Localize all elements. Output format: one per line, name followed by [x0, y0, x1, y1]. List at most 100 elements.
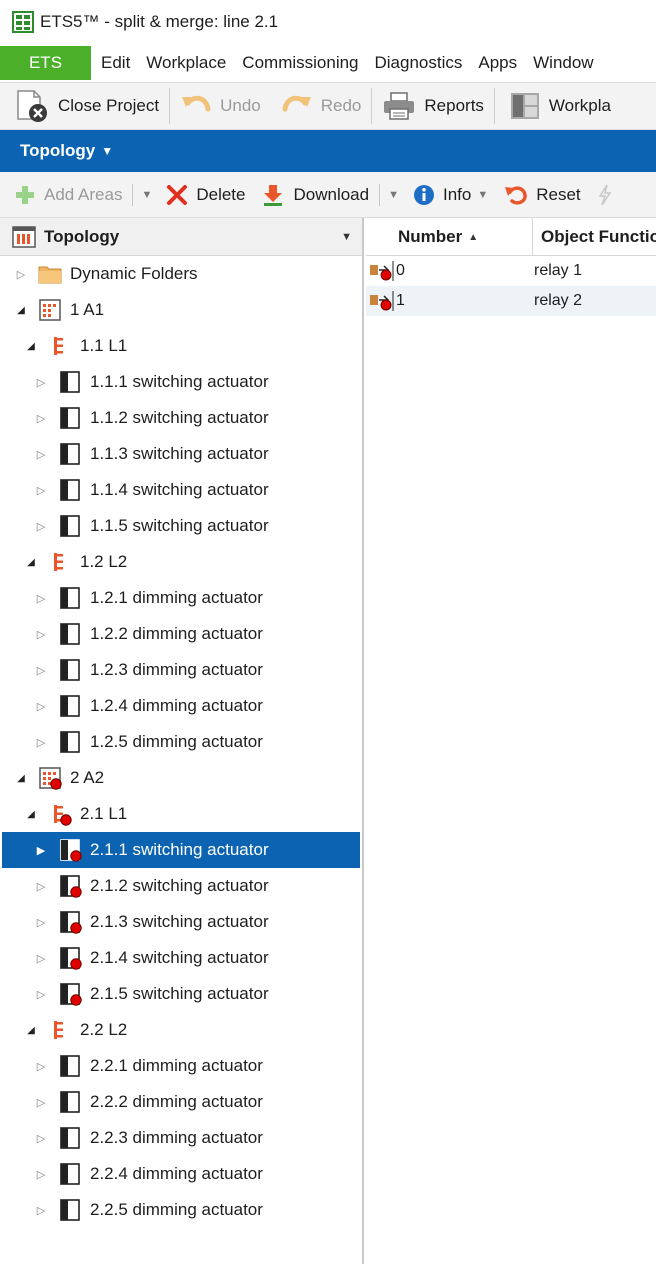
tree-node[interactable]: ◢ 2 A2	[0, 760, 362, 796]
collapsed-arrow-icon[interactable]: ▷	[34, 1059, 48, 1073]
reset-button[interactable]: Reset	[496, 173, 588, 217]
tree-node-label: 1 A1	[70, 300, 105, 319]
collapsed-arrow-icon[interactable]: ▷	[34, 483, 48, 497]
collapsed-arrow-icon[interactable]: ▶	[34, 843, 48, 857]
tree-node[interactable]: ▷ 2.1.2 switching actuator	[0, 868, 362, 904]
collapsed-arrow-icon[interactable]: ▷	[34, 1167, 48, 1181]
tree-node[interactable]: ◢ 1.1 L1	[0, 328, 362, 364]
tree-node[interactable]: ▷ 1.1.1 switching actuator	[0, 364, 362, 400]
ets-menu-button[interactable]: ETS	[0, 46, 91, 80]
delete-button[interactable]: Delete	[158, 173, 253, 217]
tree-node-label: 2.2.3 dimming actuator	[90, 1128, 263, 1147]
object-number-cell: 0	[366, 260, 532, 282]
collapsed-arrow-icon[interactable]: ▷	[34, 951, 48, 965]
topology-panel-title[interactable]: Topology ▼	[0, 130, 656, 172]
tree-node[interactable]: ▷ 1.2.4 dimming actuator	[0, 688, 362, 724]
collapsed-arrow-icon[interactable]: ▷	[34, 447, 48, 461]
close-project-button[interactable]: Close Project	[0, 83, 169, 129]
tree-node[interactable]: ◢ 1.2 L2	[0, 544, 362, 580]
add-areas-dropdown-icon[interactable]: ▼	[135, 189, 158, 201]
tree-node[interactable]: ▷ 2.2.3 dimming actuator	[0, 1120, 362, 1156]
menu-diagnostics[interactable]: Diagnostics	[367, 44, 471, 82]
redo-button[interactable]: Redo	[271, 83, 372, 129]
object-function-cell: relay 1	[534, 262, 583, 279]
folder-icon	[38, 262, 62, 286]
collapsed-arrow-icon[interactable]: ▷	[34, 1095, 48, 1109]
expanded-arrow-icon[interactable]: ◢	[24, 1023, 38, 1037]
area-icon	[38, 298, 62, 322]
tree-node[interactable]: ▷ 2.2.1 dimming actuator	[0, 1048, 362, 1084]
collapsed-arrow-icon[interactable]: ▷	[34, 1131, 48, 1145]
download-dropdown-icon[interactable]: ▼	[382, 189, 405, 201]
table-row[interactable]: 1 relay 2	[366, 286, 656, 316]
tree-node[interactable]: ▶ 2.1.1 switching actuator	[2, 832, 360, 868]
collapsed-arrow-icon[interactable]: ▷	[34, 375, 48, 389]
collapsed-arrow-icon[interactable]: ▷	[34, 1203, 48, 1217]
menu-apps[interactable]: Apps	[470, 44, 525, 82]
device-icon	[58, 1126, 82, 1150]
expanded-arrow-icon[interactable]: ◢	[24, 339, 38, 353]
collapsed-arrow-icon[interactable]: ▷	[14, 267, 28, 281]
tree-header-dropdown-icon[interactable]: ▼	[341, 231, 352, 243]
collapsed-arrow-icon[interactable]: ▷	[34, 519, 48, 533]
tree-node[interactable]: ◢ 1 A1	[0, 292, 362, 328]
collapsed-arrow-icon[interactable]: ▷	[34, 411, 48, 425]
tree-node[interactable]: ▷ 1.1.4 switching actuator	[0, 472, 362, 508]
expanded-arrow-icon[interactable]: ◢	[14, 303, 28, 317]
sort-ascending-icon: ▲	[468, 231, 479, 243]
collapsed-arrow-icon[interactable]: ▷	[34, 663, 48, 677]
tree-node[interactable]: ▷ 1.2.1 dimming actuator	[0, 580, 362, 616]
device-icon	[58, 370, 82, 394]
menu-edit[interactable]: Edit	[93, 44, 138, 82]
tree-node[interactable]: ▷ 1.1.2 switching actuator	[0, 400, 362, 436]
topology-icon	[12, 225, 36, 248]
tree-node[interactable]: ◢ 2.2 L2	[0, 1012, 362, 1048]
device-icon	[58, 946, 82, 970]
expanded-arrow-icon[interactable]: ◢	[14, 771, 28, 785]
tree-node[interactable]: ▷ 1.2.2 dimming actuator	[0, 616, 362, 652]
workplace-button[interactable]: Workpla	[495, 83, 621, 129]
tree-node[interactable]: ▷ 1.2.3 dimming actuator	[0, 652, 362, 688]
group-object-icon	[370, 261, 394, 281]
tree-node[interactable]: ▷ 2.1.5 switching actuator	[0, 976, 362, 1012]
tree-node[interactable]: ▷ 2.1.4 switching actuator	[0, 940, 362, 976]
add-areas-button[interactable]: Add Areas	[6, 173, 130, 217]
tree-node[interactable]: ▷ 2.2.5 dimming actuator	[0, 1192, 362, 1228]
expanded-arrow-icon[interactable]: ◢	[24, 555, 38, 569]
column-header-number[interactable]: Number ▲	[366, 218, 533, 256]
expanded-arrow-icon[interactable]: ◢	[24, 807, 38, 821]
object-number: 0	[396, 262, 405, 279]
tree-node[interactable]: ▷ 2.2.4 dimming actuator	[0, 1156, 362, 1192]
topology-toolbar: Add Areas ▼ Delete Download ▼ Info ▼ Res…	[0, 172, 656, 218]
tree-node[interactable]: ▷ 2.2.2 dimming actuator	[0, 1084, 362, 1120]
tree-node[interactable]: ▷ 2.1.3 switching actuator	[0, 904, 362, 940]
menu-window[interactable]: Window	[525, 44, 601, 82]
collapsed-arrow-icon[interactable]: ▷	[34, 915, 48, 929]
tree-node[interactable]: ▷ 1.1.3 switching actuator	[0, 436, 362, 472]
reset-label: Reset	[536, 184, 581, 204]
tree-node[interactable]: ◢ 2.1 L1	[0, 796, 362, 832]
tree-node[interactable]: ▷ Dynamic Folders	[0, 256, 362, 292]
menu-commissioning[interactable]: Commissioning	[234, 44, 366, 82]
info-button[interactable]: Info ▼	[405, 173, 496, 217]
tree-node[interactable]: ▷ 1.2.5 dimming actuator	[0, 724, 362, 760]
topology-tree: ▷ Dynamic Folders ◢ 1 A1 ◢ 1.1 L1 ▷ 1.1.1 switc…	[0, 256, 362, 1228]
reports-button[interactable]: Reports	[372, 83, 494, 129]
download-button[interactable]: Download	[253, 173, 377, 217]
tree-node[interactable]: ▷ 1.1.5 switching actuator	[0, 508, 362, 544]
tree-header[interactable]: Topology ▼	[0, 218, 362, 256]
reset-icon	[505, 185, 527, 204]
undo-button[interactable]: Undo	[170, 83, 271, 129]
collapsed-arrow-icon[interactable]: ▷	[34, 627, 48, 641]
toolbar-separator	[132, 183, 134, 206]
collapsed-arrow-icon[interactable]: ▷	[34, 591, 48, 605]
lightning-button[interactable]	[589, 173, 629, 217]
collapsed-arrow-icon[interactable]: ▷	[34, 987, 48, 1001]
collapsed-arrow-icon[interactable]: ▷	[34, 735, 48, 749]
collapsed-arrow-icon[interactable]: ▷	[34, 879, 48, 893]
tree-node-label: 2.2.1 dimming actuator	[90, 1056, 263, 1075]
collapsed-arrow-icon[interactable]: ▷	[34, 699, 48, 713]
table-row[interactable]: 0 relay 1	[366, 256, 656, 286]
menu-workplace[interactable]: Workplace	[138, 44, 234, 82]
column-header-object-function[interactable]: Object Functio	[533, 218, 656, 256]
